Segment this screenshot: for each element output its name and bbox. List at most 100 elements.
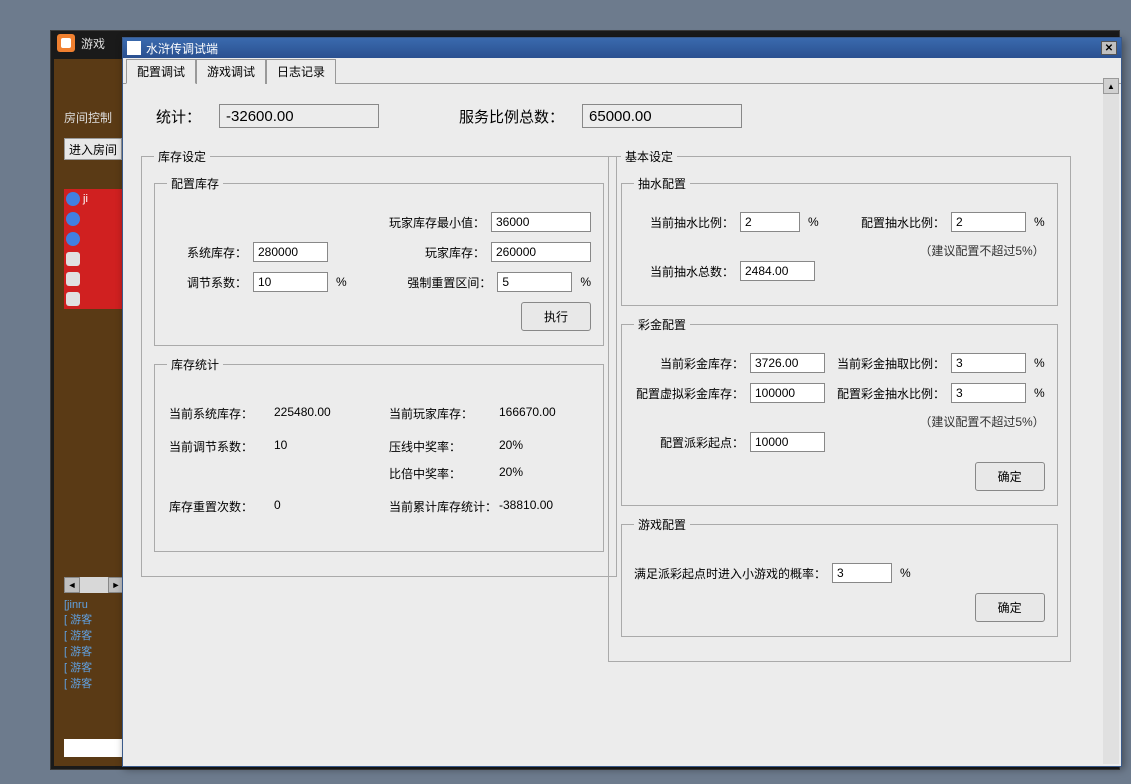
- game-confirm-button[interactable]: 确定: [975, 593, 1045, 622]
- ratio-field[interactable]: [582, 104, 742, 128]
- accum-stock-label: 当前累计库存统计：: [389, 498, 499, 515]
- config-pump-ratio-input[interactable]: [951, 212, 1026, 232]
- log-line: [ 游客: [64, 611, 124, 627]
- bonus-pump-ratio-label: 配置彩金抽水比例：: [837, 385, 945, 402]
- config-inventory-legend: 配置库存: [167, 175, 223, 192]
- pump-total-input[interactable]: [740, 261, 815, 281]
- percent-sign: %: [336, 275, 347, 289]
- current-adjust-label: 当前调节系数：: [169, 438, 274, 455]
- percent-sign: %: [580, 275, 591, 289]
- dialog-title: 水浒传调试端: [146, 40, 218, 57]
- list-item[interactable]: [64, 289, 124, 309]
- list-item[interactable]: [64, 249, 124, 269]
- adjust-coef-input[interactable]: [253, 272, 328, 292]
- player-stock-input[interactable]: [491, 242, 591, 262]
- system-stock-label: 系统库存：: [167, 244, 247, 261]
- current-system-stock-value: 225480.00: [274, 405, 389, 422]
- bonus-legend: 彩金配置: [634, 316, 690, 333]
- pump-hint: （建议配置不超过5%）: [634, 242, 1045, 259]
- tab-log[interactable]: 日志记录: [266, 59, 336, 84]
- current-pump-ratio-input[interactable]: [740, 212, 800, 232]
- stat-label: 统计：: [156, 106, 201, 127]
- top-stats-row: 统计： 服务比例总数：: [141, 104, 1103, 128]
- controller-icon: [66, 272, 80, 286]
- basic-legend: 基本设定: [621, 148, 677, 165]
- bonus-confirm-button[interactable]: 确定: [975, 462, 1045, 491]
- game-config-group: 游戏配置 满足派彩起点时进入小游戏的概率： % 确定: [621, 516, 1058, 637]
- line-win-rate-value: 20%: [499, 438, 589, 455]
- inventory-group: 库存设定 配置库存 玩家库存最小值： 系统库存： 玩家库存：: [141, 148, 617, 577]
- table-row: 比倍中奖率： 20%: [169, 465, 589, 482]
- parent-title: 游戏: [81, 35, 105, 52]
- dialog-body: 统计： 服务比例总数： 库存设定 配置库存 玩家库存最小值：: [123, 84, 1121, 772]
- player-list: ji: [64, 189, 124, 309]
- close-button[interactable]: ✕: [1101, 41, 1117, 55]
- current-player-stock-label: 当前玩家库存：: [389, 405, 499, 422]
- game-config-legend: 游戏配置: [634, 516, 690, 533]
- horizontal-scrollbar[interactable]: ◄ ►: [64, 577, 124, 593]
- bonus-stock-label: 当前彩金库存：: [634, 355, 744, 372]
- adjust-coef-label: 调节系数：: [167, 274, 247, 291]
- player-min-label: 玩家库存最小值：: [389, 214, 485, 231]
- debug-dialog: 水浒传调试端 ✕ 配置调试 游戏调试 日志记录 统计： 服务比例总数： 库存设定…: [122, 37, 1122, 767]
- list-item[interactable]: [64, 269, 124, 289]
- stat-field[interactable]: [219, 104, 379, 128]
- log-line: [ 游客: [64, 675, 124, 691]
- line-win-rate-label: 压线中奖率：: [389, 438, 499, 455]
- bonus-extract-ratio-input[interactable]: [951, 353, 1026, 373]
- enter-room-button[interactable]: 进入房间: [64, 138, 122, 160]
- player-min-input[interactable]: [491, 212, 591, 232]
- bonus-hint: （建议配置不超过5%）: [634, 413, 1045, 430]
- percent-sign: %: [1034, 215, 1045, 229]
- bonus-stock-input[interactable]: [750, 353, 825, 373]
- pump-legend: 抽水配置: [634, 175, 690, 192]
- room-control-label: 房间控制: [64, 109, 129, 126]
- bonus-start-input[interactable]: [750, 432, 825, 452]
- double-win-rate-value: 20%: [499, 465, 589, 482]
- log-line: [jinru: [64, 599, 124, 611]
- current-pump-ratio-label: 当前抽水比例：: [634, 214, 734, 231]
- scroll-track[interactable]: [1103, 94, 1119, 764]
- bonus-start-label: 配置派彩起点：: [634, 434, 744, 451]
- minigame-prob-label: 满足派彩起点时进入小游戏的概率：: [634, 565, 826, 582]
- force-reset-input[interactable]: [497, 272, 572, 292]
- list-item[interactable]: [64, 209, 124, 229]
- percent-sign: %: [900, 566, 911, 580]
- close-icon: ✕: [1105, 43, 1113, 54]
- bonus-pump-ratio-input[interactable]: [951, 383, 1026, 403]
- scroll-left-icon[interactable]: ◄: [64, 577, 80, 593]
- reset-count-value: 0: [274, 498, 389, 515]
- log-panel: [jinru [ 游客 [ 游客 [ 游客 [ 游客 [ 游客: [64, 599, 124, 691]
- double-win-rate-label: 比倍中奖率：: [389, 465, 499, 482]
- user-icon: [66, 192, 80, 206]
- log-line: [ 游客: [64, 627, 124, 643]
- current-system-stock-label: 当前系统库存：: [169, 405, 274, 422]
- scroll-up-icon[interactable]: ▲: [1103, 78, 1119, 94]
- percent-sign: %: [808, 215, 819, 229]
- chat-input[interactable]: [64, 739, 124, 757]
- execute-button[interactable]: 执行: [521, 302, 591, 331]
- config-pump-ratio-label: 配置抽水比例：: [861, 214, 945, 231]
- scroll-track[interactable]: [80, 577, 108, 593]
- controller-icon: [66, 252, 80, 266]
- list-item[interactable]: [64, 229, 124, 249]
- app-icon: [57, 34, 75, 52]
- tab-game[interactable]: 游戏调试: [196, 59, 266, 84]
- accum-stock-value: -38810.00: [499, 498, 589, 515]
- virtual-bonus-input[interactable]: [750, 383, 825, 403]
- minigame-prob-input[interactable]: [832, 563, 892, 583]
- virtual-bonus-label: 配置虚拟彩金库存：: [634, 385, 744, 402]
- pump-group: 抽水配置 当前抽水比例： % 配置抽水比例： % （建议配置不超过5%）: [621, 175, 1058, 306]
- list-item[interactable]: ji: [64, 189, 124, 209]
- config-inventory-group: 配置库存 玩家库存最小值： 系统库存： 玩家库存：: [154, 175, 604, 346]
- system-stock-input[interactable]: [253, 242, 328, 262]
- tab-config[interactable]: 配置调试: [126, 59, 196, 84]
- percent-sign: %: [1034, 386, 1045, 400]
- vertical-scrollbar[interactable]: ▲: [1103, 78, 1119, 764]
- table-row: 库存重置次数： 0 当前累计库存统计： -38810.00: [169, 498, 589, 515]
- dialog-titlebar[interactable]: 水浒传调试端 ✕: [123, 38, 1121, 58]
- tab-bar: 配置调试 游戏调试 日志记录: [123, 58, 1121, 84]
- current-player-stock-value: 166670.00: [499, 405, 589, 422]
- controller-icon: [66, 292, 80, 306]
- room-control-group: 房间控制 进入房间: [64, 109, 129, 160]
